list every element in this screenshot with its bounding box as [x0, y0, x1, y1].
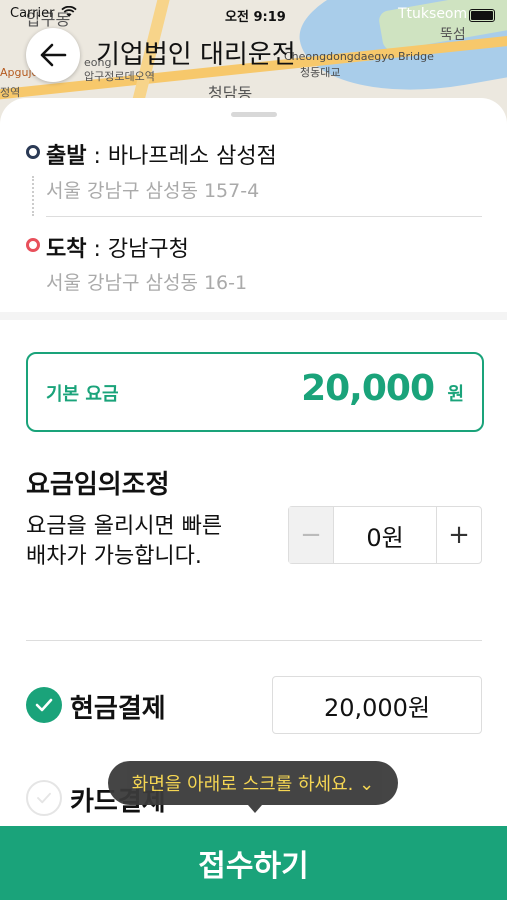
carrier-text: Carrier	[10, 6, 55, 21]
checkmark-icon	[37, 792, 51, 804]
status-time: 오전 9:19	[225, 10, 286, 25]
status-bar: Carrier 오전 9:19	[0, 0, 507, 30]
map-label: Cheongdongdaegyo Bridge	[284, 50, 434, 63]
page-title: 기업법인 대리운전	[96, 40, 296, 70]
map-label: 정역	[0, 86, 21, 99]
card-payment-checkbox[interactable]	[26, 780, 62, 816]
route-divider	[46, 216, 482, 217]
route-connector	[32, 176, 34, 216]
cash-payment-label[interactable]: 현금결제	[70, 688, 166, 725]
arrival-label: 도착	[46, 237, 87, 262]
tooltip-arrow	[248, 805, 262, 813]
departure-row: 출발 : 바나프레소 삼성점	[46, 138, 277, 170]
sheet-drag-handle[interactable]	[231, 112, 277, 117]
increase-button[interactable]: +	[436, 507, 481, 563]
arrival-row: 도착 : 강남구청	[46, 231, 189, 263]
cash-amount-field[interactable]: 20,000원	[272, 676, 482, 734]
back-button[interactable]	[26, 28, 80, 82]
fare-adjust-value: 0원	[366, 523, 404, 552]
carrier-label: Carrier	[10, 5, 77, 21]
base-fare-box: 기본 요금 20,000 원	[26, 352, 484, 432]
scroll-hint-tooltip: 화면을 아래로 스크롤 하세요. ⌄	[108, 761, 398, 813]
arrow-left-icon	[40, 43, 67, 67]
checkmark-icon	[35, 698, 53, 712]
payment-divider	[26, 640, 482, 641]
departure-label: 출발	[46, 144, 87, 169]
arrival-address: 서울 강남구 삼성동 16-1	[46, 272, 248, 294]
base-fare-value: 20,000	[301, 368, 435, 409]
decrease-button[interactable]: −	[289, 507, 334, 563]
arrival-dot-icon	[26, 238, 40, 252]
departure-address: 서울 강남구 삼성동 157-4	[46, 180, 260, 202]
base-fare-label: 기본 요금	[46, 384, 119, 405]
departure-name: : 바나프레소 삼성점	[86, 144, 277, 169]
section-separator	[0, 312, 507, 320]
departure-dot-icon	[26, 145, 40, 159]
arrival-name: : 강남구청	[86, 237, 189, 262]
cash-payment-checkbox[interactable]	[26, 687, 62, 723]
wifi-icon	[60, 5, 77, 17]
submit-button[interactable]: 접수하기	[0, 826, 507, 900]
fare-adjust-title: 요금임의조정	[26, 470, 170, 500]
fare-adjust-stepper: − 0원 +	[288, 506, 482, 564]
map-label: 청동대교	[300, 66, 341, 79]
base-fare-unit: 원	[447, 384, 464, 405]
fare-adjust-description: 요금을 올리시면 빠른 배차가 가능합니다.	[26, 514, 223, 569]
scroll-hint-text: 화면을 아래로 스크롤 하세요. ⌄	[131, 774, 375, 795]
battery-icon	[469, 9, 495, 22]
